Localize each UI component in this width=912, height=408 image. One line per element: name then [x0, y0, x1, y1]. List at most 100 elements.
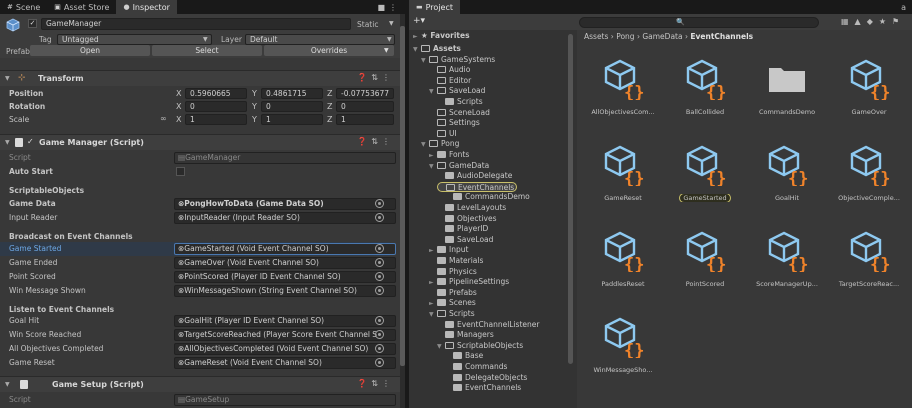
tree-item[interactable]: ▼ GameData: [429, 161, 599, 172]
foldout-arrow-icon[interactable]: ►: [429, 279, 437, 286]
tree-item[interactable]: ► Fonts: [429, 150, 599, 161]
more-menu-icon[interactable]: ⋮: [389, 3, 397, 12]
tree-item[interactable]: ► PipelineSettings: [429, 277, 599, 288]
tree-scrollbar[interactable]: [568, 34, 573, 364]
create-button[interactable]: +▾: [413, 16, 425, 26]
game-data-field[interactable]: ⊗PongHowToData (Game Data SO): [174, 198, 396, 210]
component-tools-icon[interactable]: ❓⇅⋮: [357, 379, 394, 388]
asset-tile[interactable]: {} GameOver: [829, 46, 909, 126]
breadcrumb-gamedata[interactable]: GameData: [642, 32, 682, 41]
tree-item[interactable]: Materials: [429, 256, 599, 267]
tree-item[interactable]: Audio: [429, 65, 599, 76]
tree-item[interactable]: ▼ GameSystems: [421, 55, 591, 66]
foldout-arrow-icon[interactable]: ▼: [421, 141, 429, 148]
asset-tile[interactable]: CommandsDemo: [747, 46, 827, 126]
asset-tile[interactable]: {} GameStarted: [665, 132, 745, 212]
point-scored-field[interactable]: ⊗PointScored (Player ID Event Channel SO…: [174, 271, 396, 283]
scale-y-input[interactable]: 1: [261, 114, 323, 125]
rotation-y-input[interactable]: 0: [261, 101, 323, 112]
scale-z-input[interactable]: 1: [336, 114, 394, 125]
tab-project[interactable]: ▬ Project: [409, 0, 460, 14]
game-manager-header[interactable]: ▼ ✓ Game Manager (Script) ❓⇅⋮: [0, 134, 400, 150]
position-z-input[interactable]: -0.07753677: [336, 88, 394, 99]
object-picker-icon[interactable]: [375, 316, 384, 325]
asset-tile[interactable]: {} TargetScoreReac...: [829, 218, 909, 298]
tree-item[interactable]: EventChannels: [437, 181, 517, 192]
asset-tile[interactable]: {} ObjectiveComple...: [829, 132, 909, 212]
tree-item[interactable]: ▼ SaveLoad: [429, 86, 599, 97]
all-objectives-field[interactable]: ⊗AllObjectivesCompleted (Void Event Chan…: [174, 343, 396, 355]
tag-dropdown[interactable]: Untagged: [57, 34, 212, 45]
foldout-arrow-icon[interactable]: ▼: [429, 163, 437, 170]
lock-icon[interactable]: a: [901, 3, 906, 12]
rotation-z-input[interactable]: 0: [336, 101, 394, 112]
lock-icon[interactable]: ■: [377, 3, 385, 12]
component-enabled-checkbox[interactable]: ✓: [27, 137, 34, 146]
auto-start-checkbox[interactable]: [176, 167, 185, 176]
tree-item[interactable]: Editor: [429, 76, 599, 87]
asset-tile[interactable]: {} WinMessageSho...: [583, 304, 663, 384]
foldout-arrow-icon[interactable]: ►: [429, 247, 437, 254]
tree-item[interactable]: ► Scenes: [429, 298, 599, 309]
tab-asset-store[interactable]: ▣ Asset Store: [47, 0, 116, 14]
foldout-arrow-icon[interactable]: ▼: [429, 311, 437, 318]
breadcrumb-assets[interactable]: Assets: [584, 32, 608, 41]
object-picker-icon[interactable]: [375, 330, 384, 339]
object-picker-icon[interactable]: [375, 358, 384, 367]
component-tools-icon[interactable]: ❓⇅⋮: [357, 137, 394, 146]
game-ended-field[interactable]: ⊗GameOver (Void Event Channel SO): [174, 257, 396, 269]
asset-tile[interactable]: {} GoalHit: [747, 132, 827, 212]
goal-hit-field[interactable]: ⊗GoalHit (Player ID Event Channel SO): [174, 315, 396, 327]
favorites-item[interactable]: ► ★ Favorites: [413, 31, 583, 42]
object-picker-icon[interactable]: [375, 213, 384, 222]
breadcrumb-eventchannels[interactable]: EventChannels: [690, 32, 753, 41]
asset-tile[interactable]: {} BallCollided: [665, 46, 745, 126]
asset-tile[interactable]: {} GameReset: [583, 132, 663, 212]
position-x-input[interactable]: 0.5960665: [185, 88, 247, 99]
active-checkbox[interactable]: ✓: [28, 19, 37, 28]
tree-item[interactable]: ► Input: [429, 245, 599, 256]
transform-header[interactable]: ▼ ⊹ Transform ❓⇅⋮: [0, 70, 400, 86]
tab-inspector[interactable]: ● Inspector: [116, 0, 177, 14]
prefab-open-button[interactable]: Open: [30, 45, 150, 56]
object-picker-icon[interactable]: [375, 272, 384, 281]
layer-dropdown[interactable]: Default: [245, 34, 395, 45]
tree-item[interactable]: ▼ Scripts: [429, 309, 599, 320]
component-tools-icon[interactable]: ❓⇅⋮: [357, 73, 394, 82]
inspector-scrollbar-thumb[interactable]: [400, 26, 405, 366]
position-y-input[interactable]: 0.4861715: [261, 88, 323, 99]
object-picker-icon[interactable]: [375, 286, 384, 295]
breadcrumb-pong[interactable]: Pong: [616, 32, 634, 41]
asset-tile[interactable]: {} AllObjectivesCom...: [583, 46, 663, 126]
foldout-arrow-icon[interactable]: ▼: [429, 88, 437, 95]
tree-item[interactable]: ▼ Assets: [413, 44, 583, 55]
search-input[interactable]: 🔍: [579, 17, 819, 28]
game-setup-header[interactable]: ▼ Game Setup (Script) ❓⇅⋮: [0, 376, 400, 392]
asset-tile[interactable]: {} PointScored: [665, 218, 745, 298]
scale-x-input[interactable]: 1: [185, 114, 247, 125]
rotation-x-input[interactable]: 0: [185, 101, 247, 112]
prefab-select-button[interactable]: Select: [152, 45, 262, 56]
object-picker-icon[interactable]: [375, 199, 384, 208]
prefab-overrides-button[interactable]: Overrides: [264, 45, 394, 56]
object-name-input[interactable]: GameManager: [41, 18, 351, 30]
tab-scene[interactable]: # Scene: [0, 0, 47, 14]
static-dropdown-icon[interactable]: ▼: [389, 20, 394, 27]
input-reader-field[interactable]: ⊗InputReader (Input Reader SO): [174, 212, 396, 224]
asset-tile[interactable]: {} PaddlesReset: [583, 218, 663, 298]
foldout-arrow-icon[interactable]: ►: [429, 300, 437, 307]
win-message-field[interactable]: ⊗WinMessageShown (String Event Channel S…: [174, 285, 396, 297]
object-picker-icon[interactable]: [375, 258, 384, 267]
tree-item[interactable]: UI: [429, 129, 599, 140]
inspector-scrollbar[interactable]: [400, 14, 405, 408]
foldout-arrow-icon[interactable]: ▼: [413, 46, 421, 53]
tree-item[interactable]: ▼ Pong: [421, 139, 591, 150]
tree-item[interactable]: Physics: [429, 267, 599, 278]
tree-item[interactable]: Settings: [429, 118, 599, 129]
link-icon[interactable]: ∞: [160, 114, 167, 123]
foldout-arrow-icon[interactable]: ►: [429, 152, 437, 159]
object-picker-icon[interactable]: [375, 244, 384, 253]
foldout-arrow-icon[interactable]: ▼: [437, 343, 445, 350]
tree-item[interactable]: SceneLoad: [429, 108, 599, 119]
win-score-field[interactable]: ⊗TargetScoreReached (Player Score Event …: [174, 329, 396, 341]
